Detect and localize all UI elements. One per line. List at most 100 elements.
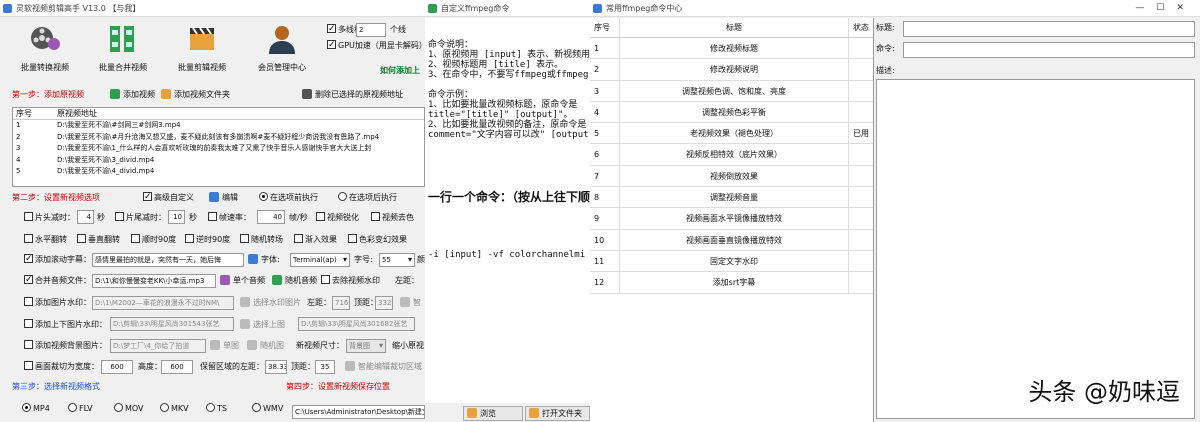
table-row[interactable]: 8 调整视频音量 xyxy=(590,187,873,209)
table-row[interactable]: 5 老视频效果（褪色处理） 已用 xyxy=(590,123,873,145)
format-radio-flv[interactable]: FLV xyxy=(68,402,93,416)
remove-watermark-checkbox[interactable]: 去除视频水印 xyxy=(321,274,380,288)
title-field[interactable] xyxy=(903,21,1195,37)
bottom-image-path[interactable]: D:\剪辑\33\明星风尚301682张艺 xyxy=(298,317,415,331)
bg-image-checkbox[interactable]: 添加视频背景图片： xyxy=(24,339,107,353)
format-radio-mov[interactable]: MOV xyxy=(114,402,144,416)
bg-image-path[interactable]: D:\梦工厂\4_你给了拍道 xyxy=(110,339,206,353)
batch-convert-button[interactable]: 批量转换视频 xyxy=(10,20,80,73)
random-transition-checkbox[interactable]: 随机转场 xyxy=(240,233,283,247)
format-radio-mkv[interactable]: MKV xyxy=(160,402,189,416)
list-item[interactable]: 2 D:\我爱至死不渝\#月升沧海又想又盛，麦不疑此刻该有多崩溃啊#麦不疑好程少商… xyxy=(13,132,424,144)
font-size-select[interactable]: 55 xyxy=(379,253,415,267)
merge-audio-checkbox[interactable]: 合并音频文件： xyxy=(24,273,91,288)
remove-watermark-label: 去除视频水印 xyxy=(332,276,380,285)
format-radio-mp4[interactable]: MP4 xyxy=(22,402,50,416)
gpu-checkbox[interactable]: GPU加速（用显卡解码） xyxy=(327,38,425,53)
close-icon[interactable]: ✕ xyxy=(1176,3,1196,13)
list-item[interactable]: 5 D:\我爱至死不渝\4_divid.mp4 xyxy=(13,166,424,178)
howto-link[interactable]: 如何添加上 xyxy=(380,64,420,78)
minimize-icon[interactable]: — xyxy=(1135,3,1156,13)
fade-in-checkbox[interactable]: 渐入效果 xyxy=(294,233,337,247)
font-select[interactable]: Terminal(ap) xyxy=(290,253,350,267)
rotate-ccw-checkbox[interactable]: 逆时90度 xyxy=(185,233,230,247)
add-video-button[interactable]: 添加视频 xyxy=(110,88,155,102)
cmd-field[interactable] xyxy=(903,42,1195,58)
single-image-button[interactable]: 单图 xyxy=(210,339,239,353)
table-row[interactable]: 12 添加srt字幕 xyxy=(590,272,873,294)
row-status xyxy=(849,208,873,228)
edit-button[interactable]: 编辑 xyxy=(209,191,238,205)
format-radio-wmv[interactable]: WMV xyxy=(252,402,283,416)
browse-button[interactable]: 浏览 xyxy=(463,406,523,421)
crop-height-input[interactable]: 600 xyxy=(161,360,193,374)
rotate-cw-checkbox[interactable]: 顺时90度 xyxy=(131,233,176,247)
color-flash-checkbox[interactable]: 色彩变幻效果 xyxy=(348,233,407,247)
keep-left-input[interactable]: 38.33 xyxy=(265,360,287,374)
command-table[interactable]: 序号 标题 状态 1 修改视频标题 2 修改视频说明 3 调整视频色调、饱和度、亮度 4 调整… xyxy=(590,18,874,422)
watermark-path-input[interactable]: D:\1\M2002—車花的浪漫永不过时NM\ xyxy=(92,296,234,310)
exec-after-radio[interactable]: 在选项后执行 xyxy=(338,191,397,205)
thread-count-input[interactable]: 2 xyxy=(356,23,386,37)
top-image-path[interactable]: D:\剪辑\33\明星风尚301543张艺 xyxy=(110,317,234,331)
smart-icon xyxy=(400,297,410,307)
table-row[interactable]: 3 调整视频色调、饱和度、亮度 xyxy=(590,80,873,102)
list-item[interactable]: 4 D:\我爱至死不渝\3_divid.mp4 xyxy=(13,155,424,167)
add-folder-button[interactable]: 添加视频文件夹 xyxy=(161,88,230,102)
tail-cut-checkbox[interactable]: 片尾减时： xyxy=(115,211,166,225)
list-item[interactable]: 1 D:\我爱至死不渝\#剑网三#剑网3.mp4 xyxy=(13,120,424,132)
batch-merge-button[interactable]: 批量合并视频 xyxy=(88,20,158,73)
head-cut-input[interactable]: 4 xyxy=(77,210,94,224)
maximize-icon[interactable]: ☐ xyxy=(1156,3,1176,13)
new-size-select[interactable]: 背景图 xyxy=(346,339,386,353)
decolor-checkbox[interactable]: 视频去色 xyxy=(371,211,414,225)
vflip-checkbox[interactable]: 垂直翻转 xyxy=(77,233,120,247)
sharpen-checkbox[interactable]: 视频锐化 xyxy=(316,211,359,225)
wm-top-input[interactable]: 332 xyxy=(375,296,393,310)
frame-rate-input[interactable]: 40 xyxy=(257,210,285,224)
random-image-button[interactable]: 随机图 xyxy=(247,339,284,353)
smart-button[interactable]: 智 xyxy=(400,296,421,310)
crop-width-input[interactable]: 600 xyxy=(101,360,133,374)
source-video-list[interactable]: 序号 原视频地址 1 D:\我爱至死不渝\#剑网三#剑网3.mp4 2 D:\我爱至死不… xyxy=(12,107,425,187)
table-row[interactable]: 7 视频倒放效果 xyxy=(590,165,873,188)
table-row[interactable]: 11 固定文字水印 xyxy=(590,250,873,273)
table-row[interactable]: 6 视频反相特效（底片效果） xyxy=(590,144,873,166)
hflip-checkbox[interactable]: 水平翻转 xyxy=(24,233,67,247)
choose-watermark-button[interactable]: 选择水印图片 xyxy=(240,296,301,310)
exec-before-radio[interactable]: 在选项前执行 xyxy=(259,191,318,205)
color-flash-label: 色彩变幻效果 xyxy=(359,235,407,244)
table-row[interactable]: 10 视频画面垂直镜像播放特效 xyxy=(590,229,873,251)
crop-checkbox[interactable]: 画面裁切为宽度： xyxy=(24,360,99,374)
keep-top-input[interactable]: 35 xyxy=(315,360,335,374)
smart-crop-button[interactable]: 智能编辑裁切区域 xyxy=(345,360,422,374)
scroll-subtitle-checkbox[interactable]: 添加滚动字幕： xyxy=(24,252,91,267)
frame-rate-checkbox[interactable]: 帧速率： xyxy=(208,211,251,225)
head-cut-checkbox[interactable]: 片头减时： xyxy=(24,211,75,225)
random-audio-button[interactable]: 随机音频 xyxy=(272,274,317,288)
audio-path-input[interactable]: D:\1\和你慢慢变老KK\小幸运.mp3 xyxy=(92,274,216,288)
advanced-checkbox[interactable]: 高级自定义 xyxy=(143,190,194,205)
font-picker[interactable]: 字体: xyxy=(248,253,280,267)
table-row[interactable]: 9 视频画面水平镜像播放特效 xyxy=(590,208,873,230)
member-center-button[interactable]: 会员管理中心 xyxy=(247,20,317,73)
save-path-input[interactable]: C:\Users\Administrator\Desktop\新建文件夹 xyxy=(292,405,425,419)
delete-selected-button[interactable]: 删除已选择的原视频地址 xyxy=(302,88,403,102)
tail-cut-input[interactable]: 10 xyxy=(168,210,185,224)
tb-watermark-checkbox[interactable]: 添加上下图片水印： xyxy=(24,318,107,332)
wm-left-input[interactable]: 716 xyxy=(332,296,350,310)
single-audio-button[interactable]: 单个音频 xyxy=(220,274,265,288)
command-help-text[interactable]: 命令说明： 1、原视频用 [input] 表示、新视频用 2、视频标题用 [titl… xyxy=(425,18,590,403)
desc-field[interactable] xyxy=(876,79,1195,419)
table-row[interactable]: 1 修改视频标题 xyxy=(590,38,873,60)
open-folder-button[interactable]: 打开文件夹 xyxy=(525,406,590,421)
top-image-button[interactable]: 选择上图 xyxy=(240,318,285,332)
image-watermark-checkbox[interactable]: 添加图片水印： xyxy=(24,296,91,310)
format-radio-ts[interactable]: TS xyxy=(206,402,227,416)
list-item[interactable]: 3 D:\我爱至死不渝\1_什么样的人会喜欢听玫瑰的前奏我太难了又熏了快手音乐人感… xyxy=(13,143,424,155)
shuffle-icon xyxy=(272,275,282,285)
table-row[interactable]: 2 修改视频说明 xyxy=(590,59,873,81)
table-row[interactable]: 4 调整视频色彩平衡 xyxy=(590,101,873,124)
batch-edit-button[interactable]: 批量剪辑视频 xyxy=(167,20,237,73)
scroll-subtitle-input[interactable]: 感情里最拍的就是，突然有一天，她后悔 xyxy=(92,253,244,267)
